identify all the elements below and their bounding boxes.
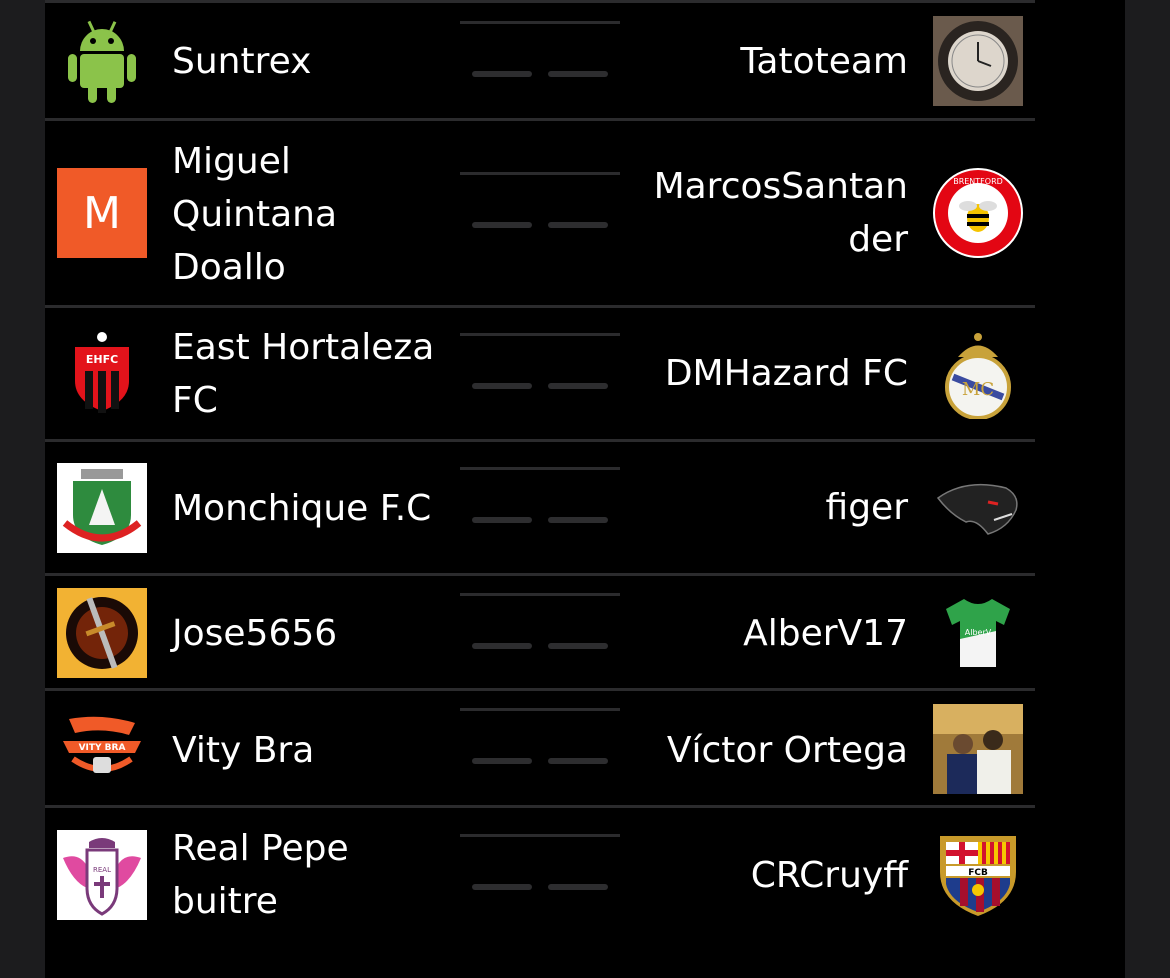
- away-score: [548, 517, 608, 523]
- match-row[interactable]: VITY BRA Vity Bra Víctor Ortega: [45, 688, 1035, 808]
- vity-bra-logo: VITY BRA: [57, 703, 147, 793]
- away-team-name: figer: [825, 487, 908, 528]
- score-box: [460, 834, 620, 904]
- home-team-name: Suntrex: [172, 41, 312, 82]
- home-team-name: Vity Bra: [172, 730, 315, 771]
- away-score: [548, 884, 608, 890]
- letter-m-avatar: M: [57, 168, 147, 258]
- away-score: [548, 643, 608, 649]
- fcb-crest: FCB: [933, 830, 1023, 920]
- svg-text:REAL: REAL: [93, 866, 111, 874]
- match-row[interactable]: REAL Real Pepe buitre CRCruyff FCB: [45, 805, 1035, 945]
- match-row[interactable]: EHFC East Hortaleza FC DMHazard FC MC: [45, 305, 1035, 442]
- svg-text:VITY BRA: VITY BRA: [79, 743, 126, 753]
- people-photo: [933, 704, 1023, 794]
- match-row[interactable]: Jose5656 AlberV17 AlberV: [45, 573, 1035, 691]
- away-score: [548, 222, 608, 228]
- score-box: [460, 593, 620, 663]
- monchique-crest: [57, 463, 147, 553]
- away-score: [548, 383, 608, 389]
- score-box: [460, 172, 620, 242]
- home-score: [472, 222, 532, 228]
- home-team-name: East Hortaleza FC: [172, 327, 435, 421]
- clock-photo: [933, 16, 1023, 106]
- score-box: [460, 21, 620, 91]
- score-box: [460, 333, 620, 403]
- svg-text:AlberV: AlberV: [965, 628, 992, 637]
- score-divider: [460, 593, 620, 596]
- score-divider: [460, 21, 620, 24]
- svg-text:EHFC: EHFC: [86, 353, 118, 366]
- away-score: [548, 71, 608, 77]
- score-divider: [460, 467, 620, 470]
- away-team-name: AlberV17: [743, 613, 908, 654]
- match-row[interactable]: Suntrex Tatoteam: [45, 3, 1035, 121]
- home-team-name: Jose5656: [172, 613, 338, 654]
- real-madrid-crest: MC: [933, 329, 1023, 419]
- home-score: [472, 884, 532, 890]
- ehfc-crest: EHFC: [57, 329, 147, 419]
- match-row[interactable]: M Miguel Quintana Doallo MarcosSantander…: [45, 118, 1035, 308]
- svg-text:FCB: FCB: [968, 868, 988, 878]
- score-divider: [460, 834, 620, 837]
- green-shirt-icon: AlberV: [933, 588, 1023, 678]
- home-score: [472, 758, 532, 764]
- score-box: [460, 708, 620, 778]
- home-score: [472, 517, 532, 523]
- sword-emblem: [57, 588, 147, 678]
- away-team-name: DMHazard FC: [664, 353, 908, 394]
- score-box: [460, 467, 620, 537]
- brentford-crest: BRENTFORD: [933, 168, 1023, 258]
- away-team-name: MarcosSantander: [653, 166, 908, 260]
- away-team-name: Víctor Ortega: [666, 730, 908, 771]
- home-team-name: Monchique F.C: [172, 487, 432, 529]
- svg-text:MC: MC: [962, 379, 994, 400]
- svg-text:BRENTFORD: BRENTFORD: [953, 177, 1003, 186]
- away-team-name: Tatoteam: [740, 41, 908, 82]
- score-divider: [460, 172, 620, 175]
- home-score: [472, 643, 532, 649]
- panther-icon: [933, 463, 1023, 553]
- match-row[interactable]: Monchique F.C figer: [45, 439, 1035, 576]
- home-team-name: Real Pepe buitre: [172, 828, 349, 922]
- real-pepe-crest: REAL: [57, 830, 147, 920]
- away-team-name: CRCruyff: [750, 855, 908, 896]
- home-score: [472, 71, 532, 77]
- home-team-name: Miguel Quintana Doallo: [172, 141, 338, 288]
- home-score: [472, 383, 532, 389]
- away-score: [548, 758, 608, 764]
- score-divider: [460, 708, 620, 711]
- score-divider: [460, 333, 620, 336]
- android-icon: [57, 16, 147, 106]
